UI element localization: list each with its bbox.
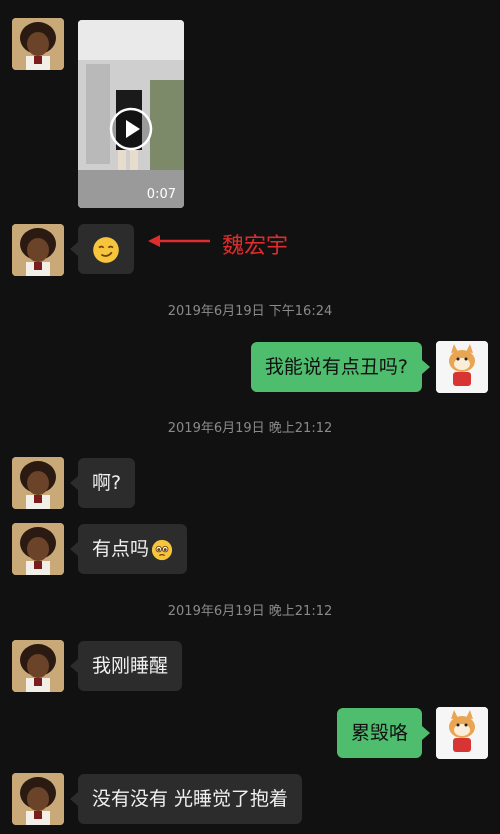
shiba-dog-avatar-icon: [436, 707, 488, 759]
video-message[interactable]: 0:07: [78, 20, 184, 208]
received-message[interactable]: 我刚睡醒: [69, 641, 183, 691]
contact-avatar[interactable]: [12, 224, 64, 276]
sent-message[interactable]: 我能说有点丑吗?: [250, 342, 431, 392]
timestamp: 2019年6月19日 下午16:24: [167, 304, 333, 319]
my-avatar[interactable]: [436, 341, 488, 393]
contact-avatar[interactable]: [12, 18, 64, 70]
contact-avatar[interactable]: [12, 640, 64, 692]
my-avatar[interactable]: [436, 707, 488, 759]
annotation-label: 魏宏宇: [222, 234, 289, 259]
contact-avatar[interactable]: [12, 457, 64, 509]
annotation-arrow-icon: [148, 235, 210, 247]
message-text: 有点吗: [92, 538, 150, 560]
emoji-message[interactable]: [70, 224, 134, 274]
received-message[interactable]: 没有没有 光睡觉了抱着: [69, 774, 303, 824]
contact-avatar[interactable]: [12, 773, 64, 825]
received-message[interactable]: 啊?: [69, 458, 136, 508]
timestamp: 2019年6月19日 晚上21:12: [167, 604, 333, 619]
cartoon-boy-avatar-icon: [12, 18, 64, 70]
cartoon-boy-avatar-icon: [12, 640, 64, 692]
received-message[interactable]: 有点吗: [69, 524, 188, 574]
cartoon-boy-avatar-icon: [12, 523, 64, 575]
timestamp: 2019年6月19日 晚上21:12: [167, 421, 333, 436]
cartoon-boy-avatar-icon: [12, 773, 64, 825]
smirk-emoji-icon: [93, 236, 119, 263]
play-circle-icon[interactable]: [108, 106, 154, 152]
video-duration: 0:07: [146, 187, 176, 202]
contact-avatar[interactable]: [12, 523, 64, 575]
sent-message[interactable]: 累毁咯: [336, 708, 431, 758]
cartoon-boy-avatar-icon: [12, 457, 64, 509]
pleading-emoji-icon: [151, 539, 173, 560]
cartoon-boy-avatar-icon: [12, 224, 64, 276]
shiba-dog-avatar-icon: [436, 341, 488, 393]
